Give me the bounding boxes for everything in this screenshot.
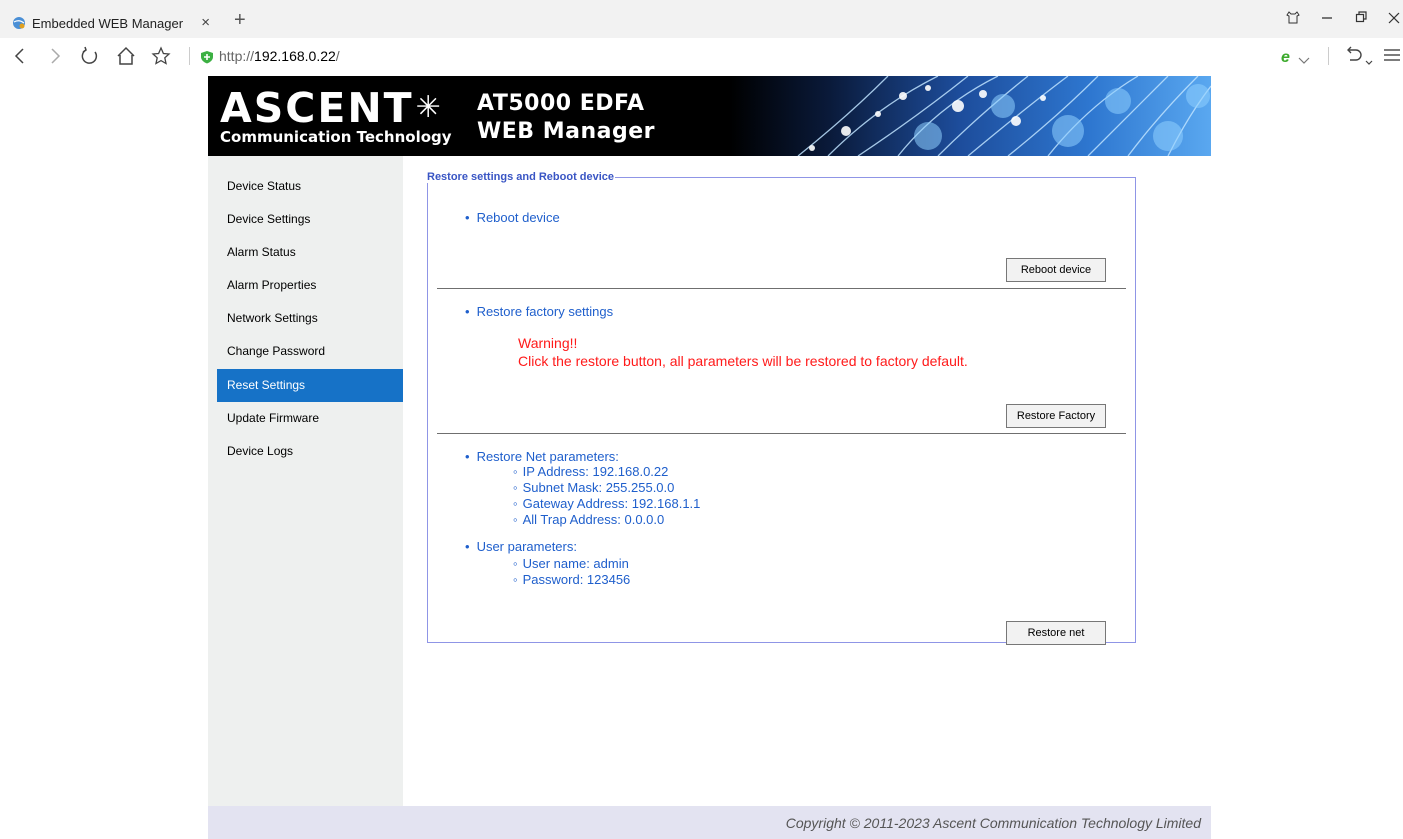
minimize-icon[interactable] (1321, 10, 1333, 28)
section-divider (437, 288, 1126, 289)
skin-icon[interactable] (1286, 10, 1300, 28)
restore-factory-button[interactable]: Restore Factory (1006, 404, 1106, 428)
restore-net-button[interactable]: Restore net (1006, 621, 1106, 645)
reboot-device-button[interactable]: Reboot device (1006, 258, 1106, 282)
sidebar-item-device-settings[interactable]: Device Settings (217, 203, 404, 236)
footer: Copyright © 2011-2023 Ascent Communicati… (208, 806, 1211, 839)
sidebar-item-device-status[interactable]: Device Status (217, 170, 404, 203)
fieldset-legend: Restore settings and Reboot device (427, 171, 615, 183)
address-bar-row: http://192.168.0.22/ e (0, 38, 1403, 76)
net-param-ip: IP Address: 192.168.0.22 (513, 465, 669, 479)
toolbar-separator (1328, 47, 1329, 65)
product-title: AT5000 EDFA WEB Manager (477, 90, 655, 146)
warning-text: Click the restore button, all parameters… (518, 353, 968, 369)
sidebar-item-network-settings[interactable]: Network Settings (217, 302, 404, 335)
fiber-optic-decoration (797, 76, 1211, 156)
logo-star-icon: ✳ (415, 90, 443, 125)
refresh-icon[interactable] (80, 46, 100, 70)
tab-title: Embedded WEB Manager (32, 15, 184, 31)
logo-text: ASCENT (220, 84, 414, 132)
sidebar-item-alarm-status[interactable]: Alarm Status (217, 236, 404, 269)
sidebar-nav: Device Status Device Settings Alarm Stat… (208, 156, 404, 806)
close-window-icon[interactable] (1388, 10, 1400, 28)
ascent-logo: ASCENT✳ Communication Technology (220, 86, 452, 146)
new-tab-button[interactable]: + (234, 10, 246, 30)
web-manager-page: ASCENT✳ Communication Technology AT5000 … (208, 76, 1211, 839)
forward-icon[interactable] (49, 46, 61, 70)
sidebar-item-alarm-properties[interactable]: Alarm Properties (217, 269, 404, 302)
warning-title: Warning!! (518, 335, 578, 351)
browser-tab-bar: Embedded WEB Manager × + (0, 0, 1403, 38)
chevron-down-icon[interactable] (1298, 50, 1310, 71)
user-section-title: User parameters: (465, 539, 577, 554)
reboot-section-title: Reboot device (465, 210, 560, 225)
ie-mode-icon[interactable]: e (1281, 46, 1290, 67)
main-content: Restore settings and Reboot device Reboo… (403, 156, 1211, 806)
product-title-line1: AT5000 EDFA (477, 91, 645, 116)
reset-settings-fieldset: Restore settings and Reboot device Reboo… (427, 171, 1136, 645)
sidebar-item-reset-settings[interactable]: Reset Settings (217, 369, 404, 402)
product-title-line2: WEB Manager (477, 119, 655, 144)
factory-section-title: Restore factory settings (465, 304, 614, 319)
close-tab-icon[interactable]: × (201, 14, 210, 31)
browser-tab[interactable]: Embedded WEB Manager × (0, 8, 228, 38)
restore-window-icon[interactable] (1355, 10, 1367, 28)
chevron-down-small-icon[interactable] (1365, 51, 1373, 72)
net-param-trap: All Trap Address: 0.0.0.0 (513, 513, 665, 527)
address-separator (189, 47, 190, 65)
user-param-password: Password: 123456 (513, 573, 631, 587)
logo-subtitle: Communication Technology (220, 128, 452, 146)
sidebar-item-device-logs[interactable]: Device Logs (217, 435, 404, 468)
user-param-name: User name: admin (513, 557, 629, 571)
security-shield-icon (200, 50, 214, 64)
sidebar-item-change-password[interactable]: Change Password (217, 335, 404, 368)
header-banner: ASCENT✳ Communication Technology AT5000 … (208, 76, 1211, 156)
globe-favicon-icon (12, 16, 26, 30)
home-icon[interactable] (116, 46, 136, 70)
back-icon[interactable] (14, 46, 26, 70)
undo-icon[interactable] (1345, 46, 1363, 69)
sidebar-item-update-firmware[interactable]: Update Firmware (217, 402, 404, 435)
copyright-text: Copyright © 2011-2023 Ascent Communicati… (785, 815, 1201, 831)
net-param-subnet: Subnet Mask: 255.255.0.0 (513, 481, 675, 495)
url-text[interactable]: http://192.168.0.22/ (219, 48, 340, 64)
favorite-star-icon[interactable] (151, 46, 171, 70)
net-section-title: Restore Net parameters: (465, 449, 619, 464)
section-divider (437, 433, 1126, 434)
net-param-gateway: Gateway Address: 192.168.1.1 (513, 497, 701, 511)
menu-icon[interactable] (1383, 46, 1401, 69)
